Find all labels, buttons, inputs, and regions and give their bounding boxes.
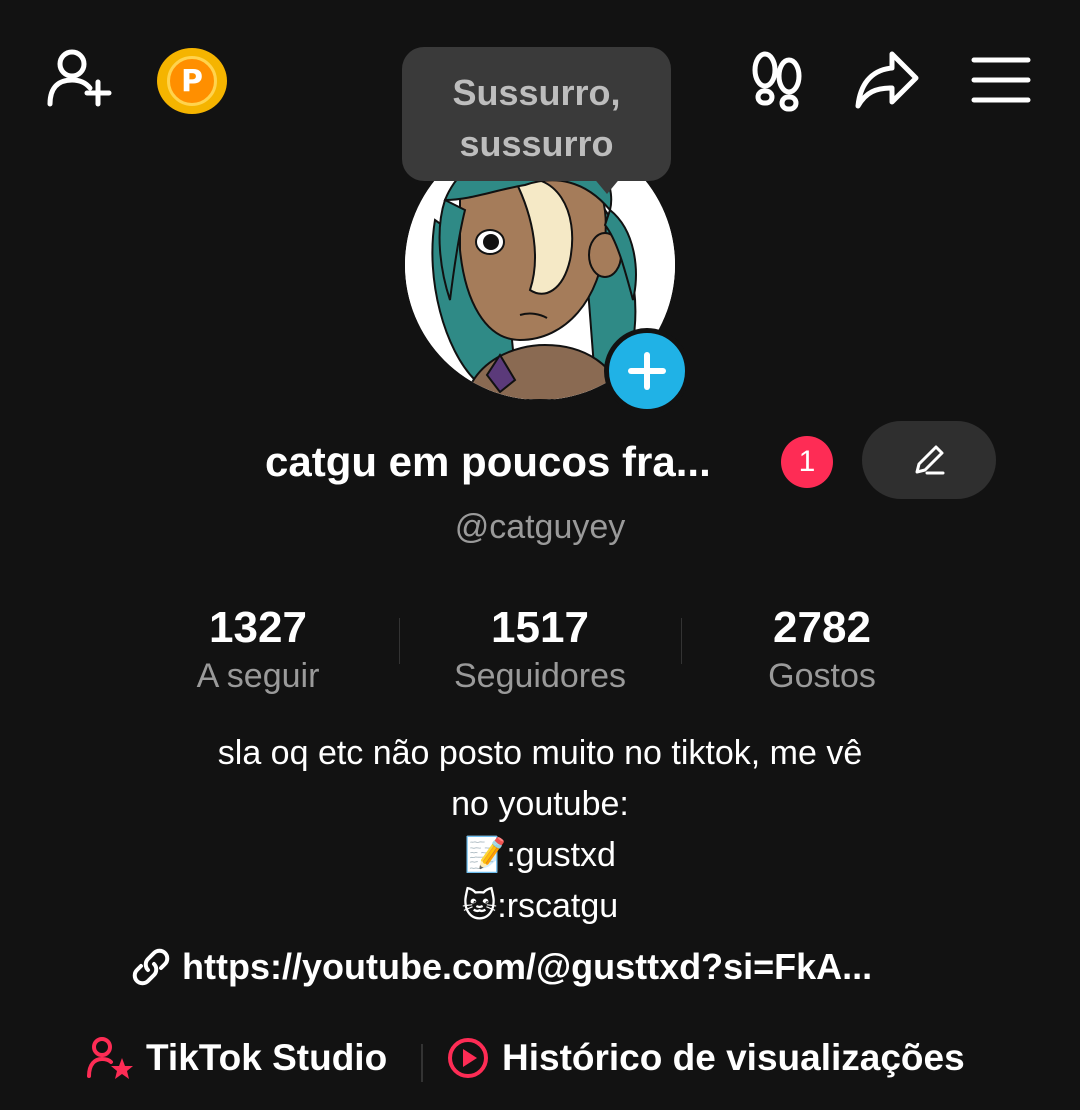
add-story-button[interactable]: [604, 328, 690, 414]
edit-profile-button[interactable]: [862, 421, 996, 499]
footprints-icon: [752, 51, 802, 112]
stat-likes[interactable]: 2782 Gostos: [682, 600, 962, 696]
play-circle-icon: [448, 1038, 488, 1078]
person-star-icon: [87, 1037, 133, 1079]
share-icon: [855, 51, 919, 109]
profile-views-button[interactable]: [746, 48, 808, 112]
bio-line: sla oq etc não posto muito no tiktok, me…: [217, 734, 863, 772]
profile-link-text[interactable]: https://youtube.com/@gusttxd?si=FkA...: [182, 946, 872, 988]
whisper-tooltip: Sussurro, sussurro: [402, 47, 671, 181]
stat-followers-label: Seguidores: [453, 657, 626, 695]
username: @catguyey: [454, 508, 626, 546]
notification-badge: 1: [781, 436, 833, 488]
tooltip-line-1: Sussurro,: [452, 72, 621, 113]
stat-followers[interactable]: 1517 Seguidores: [400, 600, 680, 696]
stat-following-value: 1327: [209, 603, 307, 652]
pencil-icon: [915, 445, 945, 475]
tooltip-tail: [592, 176, 622, 194]
coin-button[interactable]: P: [157, 48, 227, 114]
bottom-divider: [421, 1044, 423, 1082]
share-button[interactable]: [852, 46, 922, 112]
bio-line: 📝:gustxd: [464, 836, 616, 874]
display-name: catgu em poucos fra...: [265, 438, 711, 485]
bio-line: 🐱:rscatgu: [461, 887, 619, 925]
menu-button[interactable]: [970, 52, 1032, 108]
plus-icon: [628, 352, 666, 390]
profile-link[interactable]: https://youtube.com/@gusttxd?si=FkA...: [130, 946, 872, 988]
bio-line: no youtube:: [451, 785, 629, 823]
stat-followers-value: 1517: [491, 603, 589, 652]
add-friend-button[interactable]: [40, 42, 116, 114]
watch-history-button[interactable]: Histórico de visualizações: [446, 1036, 965, 1080]
tooltip-line-2: sussurro: [459, 123, 614, 164]
stat-likes-label: Gostos: [768, 657, 876, 695]
coin-letter: P: [181, 63, 203, 99]
coin-icon: P: [167, 56, 217, 106]
watch-history-label: Histórico de visualizações: [502, 1037, 965, 1078]
stat-following[interactable]: 1327 A seguir: [118, 600, 398, 696]
link-icon: [132, 948, 170, 986]
person-plus-icon: [47, 49, 112, 107]
tiktok-studio-label: TikTok Studio: [146, 1037, 388, 1078]
stat-following-label: A seguir: [196, 657, 320, 695]
hamburger-menu-icon: [971, 57, 1031, 103]
tiktok-studio-button[interactable]: TikTok Studio: [86, 1036, 387, 1080]
profile-bio: sla oq etc não posto muito no tiktok, me…: [0, 728, 1080, 932]
stat-likes-value: 2782: [773, 603, 871, 652]
